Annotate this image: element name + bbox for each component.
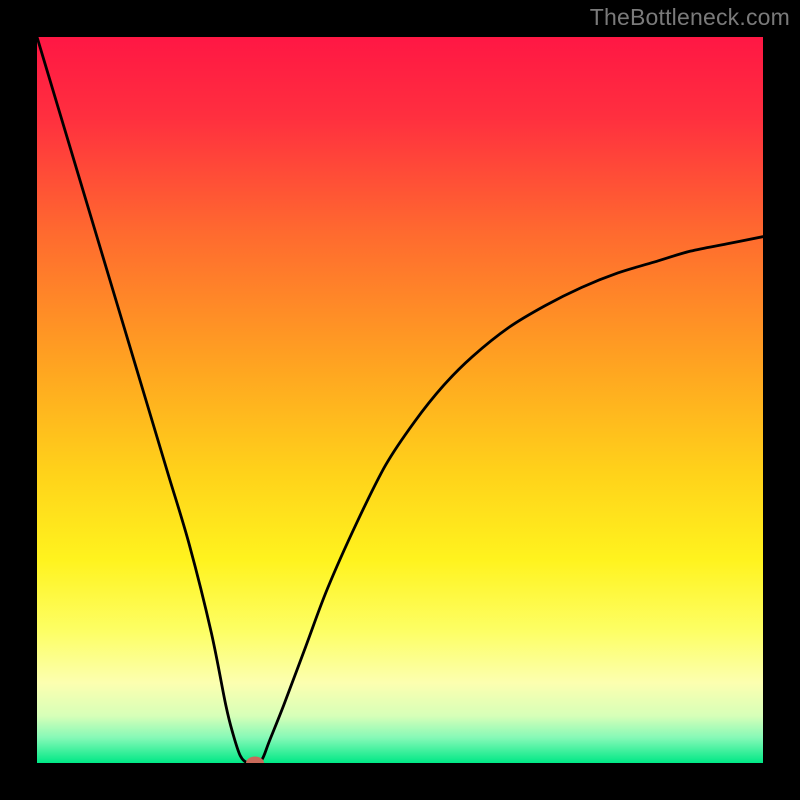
bottleneck-chart: TheBottleneck.com (0, 0, 800, 800)
plot-area (37, 37, 763, 763)
bottleneck-curve (37, 37, 763, 763)
optimal-point-marker (246, 757, 264, 764)
curve-layer (37, 37, 763, 763)
watermark-text: TheBottleneck.com (590, 4, 790, 31)
